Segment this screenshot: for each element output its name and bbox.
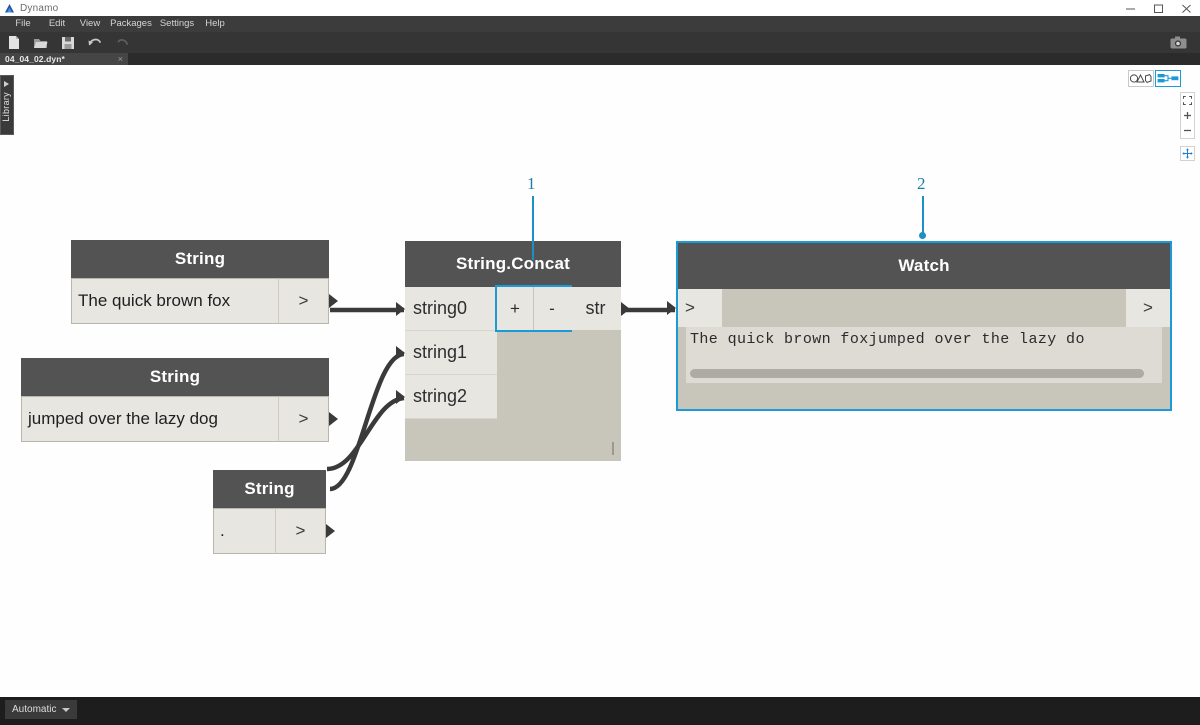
save-file-button[interactable] bbox=[54, 32, 81, 53]
pan-tool-button[interactable] bbox=[1180, 146, 1195, 161]
node-title: String.Concat bbox=[405, 241, 621, 287]
node-string-3[interactable]: String . > bbox=[213, 470, 335, 554]
chevron-down-icon[interactable] bbox=[62, 708, 70, 712]
close-button[interactable] bbox=[1172, 0, 1200, 16]
status-bar: Automatic bbox=[0, 697, 1200, 725]
output-port-string[interactable]: > bbox=[278, 396, 329, 442]
minimize-button[interactable] bbox=[1116, 0, 1144, 16]
node-string-2[interactable]: String jumped over the lazy dog > bbox=[21, 358, 338, 442]
node-title: Watch bbox=[678, 243, 1170, 289]
undo-button[interactable] bbox=[81, 32, 108, 53]
zoom-in-button[interactable] bbox=[1181, 108, 1194, 123]
menu-item-file[interactable]: File bbox=[8, 16, 38, 32]
callout-leader-line bbox=[922, 196, 924, 236]
node-body: string0 string1 string2 + - str bbox=[396, 285, 630, 461]
graph-canvas[interactable]: Library String The quick brown fox > Str… bbox=[0, 65, 1200, 697]
callout-leader-line bbox=[532, 196, 534, 260]
input-port-arrow-icon bbox=[667, 301, 676, 315]
node-title: String bbox=[71, 240, 329, 278]
library-panel-label: Library bbox=[1, 92, 11, 122]
output-port-str[interactable]: str bbox=[570, 287, 621, 330]
run-mode-label: Automatic bbox=[12, 704, 57, 715]
watch-value-text: The quick brown foxjumped over the lazy … bbox=[690, 331, 1085, 348]
output-port-string[interactable]: > bbox=[278, 278, 329, 324]
watch-value-display[interactable]: The quick brown foxjumped over the lazy … bbox=[686, 327, 1162, 383]
input-port-watch[interactable]: > bbox=[678, 289, 722, 327]
output-port-string[interactable]: > bbox=[275, 508, 326, 554]
output-port-arrow-icon bbox=[329, 294, 338, 308]
menu-bar: File Edit View Packages Settings Help bbox=[0, 16, 1200, 32]
tab-04-04-02[interactable]: 04_04_02.dyn* × bbox=[0, 53, 128, 65]
string-value-input[interactable]: The quick brown fox bbox=[71, 278, 278, 324]
output-port-watch[interactable]: > bbox=[1126, 289, 1170, 327]
open-file-button[interactable] bbox=[27, 32, 54, 53]
callout-number: 2 bbox=[917, 174, 926, 193]
main-toolbar bbox=[0, 32, 1200, 53]
new-file-button[interactable] bbox=[0, 32, 27, 53]
app-title: Dynamo bbox=[20, 2, 59, 14]
node-resize-handle[interactable] bbox=[612, 442, 614, 455]
menu-item-edit[interactable]: Edit bbox=[42, 16, 72, 32]
input-port-arrow-icon bbox=[396, 390, 405, 404]
menu-item-settings[interactable]: Settings bbox=[155, 16, 199, 32]
dynamo-logo-icon bbox=[4, 3, 15, 14]
input-port-arrow-icon bbox=[396, 346, 405, 360]
node-title: String bbox=[21, 358, 329, 396]
menu-item-view[interactable]: View bbox=[74, 16, 106, 32]
zoom-control-group bbox=[1180, 92, 1195, 139]
port-count-buttons: + - bbox=[495, 285, 572, 332]
string-value-input[interactable]: jumped over the lazy dog bbox=[21, 396, 278, 442]
zoom-out-button[interactable] bbox=[1181, 123, 1194, 138]
menu-item-help[interactable]: Help bbox=[200, 16, 230, 32]
library-panel-collapsed[interactable]: Library bbox=[0, 75, 14, 135]
callout-endpoint-dot bbox=[919, 232, 926, 239]
geometry-view-toggle[interactable] bbox=[1128, 70, 1154, 87]
output-port-arrow-icon bbox=[326, 524, 335, 538]
output-port-arrow-icon bbox=[329, 412, 338, 426]
node-title: String bbox=[213, 470, 326, 508]
window-titlebar: Dynamo bbox=[0, 0, 1200, 16]
zoom-to-fit-button[interactable] bbox=[1181, 93, 1194, 108]
node-string-concat[interactable]: String.Concat string0 string1 string2 + … bbox=[396, 241, 630, 461]
string-value-input[interactable]: . bbox=[213, 508, 275, 554]
tab-close-icon[interactable]: × bbox=[118, 54, 123, 64]
watch-port-row: > > bbox=[678, 289, 1170, 327]
expand-right-icon[interactable] bbox=[4, 81, 9, 87]
callout-number: 1 bbox=[527, 174, 536, 193]
document-tabbar: 04_04_02.dyn* × bbox=[0, 53, 1200, 65]
window-controls bbox=[1116, 0, 1200, 16]
input-port-string0[interactable]: string0 bbox=[405, 287, 497, 331]
view-toggle-group bbox=[1128, 70, 1181, 87]
node-string-1[interactable]: String The quick brown fox > bbox=[71, 240, 338, 324]
output-port-arrow-icon bbox=[621, 302, 630, 316]
maximize-button[interactable] bbox=[1144, 0, 1172, 16]
screenshot-button[interactable] bbox=[1166, 32, 1190, 53]
menu-item-packages[interactable]: Packages bbox=[107, 16, 155, 32]
input-port-arrow-icon bbox=[396, 302, 405, 316]
redo-button[interactable] bbox=[108, 32, 135, 53]
node-watch[interactable]: Watch > > The quick brown foxjumped over… bbox=[667, 241, 1172, 411]
graph-view-toggle[interactable] bbox=[1155, 70, 1181, 87]
remove-input-button[interactable]: - bbox=[534, 287, 570, 330]
input-port-string2[interactable]: string2 bbox=[405, 375, 497, 419]
scrollbar-thumb[interactable] bbox=[690, 369, 1144, 378]
input-port-string1[interactable]: string1 bbox=[405, 331, 497, 375]
add-input-button[interactable]: + bbox=[497, 287, 533, 330]
run-mode-dropdown[interactable]: Automatic bbox=[5, 700, 77, 719]
tab-label: 04_04_02.dyn* bbox=[5, 54, 65, 64]
watch-horizontal-scrollbar[interactable] bbox=[690, 369, 1158, 378]
